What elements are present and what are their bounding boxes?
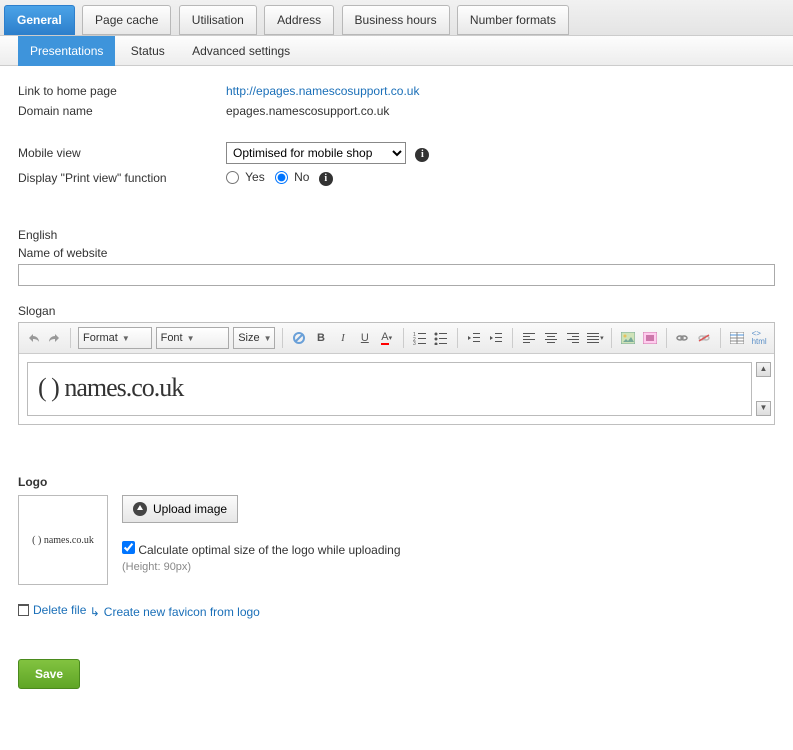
editor-toolbar: Format▼ Font▼ Size▼ B I U A▾ 123 ▾ [19,323,774,354]
ordered-list-icon[interactable]: 123 [411,329,429,347]
indent-icon[interactable] [487,329,505,347]
name-of-website-label: Name of website [18,246,775,260]
print-view-yes[interactable]: Yes [226,170,265,184]
remove-link-icon[interactable] [695,329,713,347]
italic-icon[interactable]: I [334,329,352,347]
print-view-label: Display "Print view" function [18,171,226,185]
insert-link-icon[interactable] [674,329,692,347]
slogan-label: Slogan [18,304,775,318]
scroll-down-icon[interactable]: ▼ [756,401,771,416]
undo-icon[interactable] [25,329,43,347]
tab-page-cache[interactable]: Page cache [82,5,171,35]
rich-text-editor: Format▼ Font▼ Size▼ B I U A▾ 123 ▾ [18,322,775,425]
calc-size-checkbox[interactable] [122,541,135,554]
align-justify-icon[interactable]: ▾ [586,329,604,347]
reload-icon: ↳ [90,605,100,619]
tab-utilisation[interactable]: Utilisation [179,5,257,35]
svg-text:3: 3 [413,341,416,345]
tab-business-hours[interactable]: Business hours [342,5,450,35]
tab-address[interactable]: Address [264,5,334,35]
save-button[interactable]: Save [18,659,80,689]
align-center-icon[interactable] [542,329,560,347]
subtab-status[interactable]: Status [119,36,177,66]
editor-scrollbar[interactable]: ▲ ▼ [756,354,774,424]
secondary-tabbar: Presentations Status Advanced settings [0,36,793,66]
delete-file-link[interactable]: Delete file [18,603,86,617]
mobile-view-select[interactable]: Optimised for mobile shop [226,142,406,164]
mobile-view-label: Mobile view [18,146,226,160]
height-hint: (Height: 90px) [122,561,401,573]
domain-name-value: epages.namescosupport.co.uk [226,104,389,118]
info-icon[interactable]: i [415,148,429,162]
bold-icon[interactable]: B [312,329,330,347]
scroll-up-icon[interactable]: ▲ [756,362,771,377]
text-color-icon[interactable]: A▾ [378,329,396,347]
underline-icon[interactable]: U [356,329,374,347]
align-left-icon[interactable] [520,329,538,347]
calc-size-checkbox-label[interactable]: Calculate optimal size of the logo while… [122,543,401,557]
link-to-home-label: Link to home page [18,84,226,98]
subtab-advanced-settings[interactable]: Advanced settings [180,36,302,66]
upload-icon [133,502,147,516]
content-area: Link to home page http://epages.namescos… [0,66,793,719]
primary-tabbar: General Page cache Utilisation Address B… [0,0,793,36]
print-view-no[interactable]: No [275,170,310,184]
html-source-icon[interactable]: <>html [750,329,768,347]
unordered-list-icon[interactable] [433,329,451,347]
align-right-icon[interactable] [564,329,582,347]
info-icon[interactable]: i [319,172,333,186]
trash-icon [18,604,29,616]
language-label: English [18,228,775,242]
insert-image-icon[interactable] [619,329,637,347]
create-favicon-link[interactable]: ↳ Create new favicon from logo [90,605,260,619]
tab-number-formats[interactable]: Number formats [457,5,569,35]
insert-gadget-icon[interactable] [641,329,659,347]
redo-icon[interactable] [45,329,63,347]
subtab-presentations[interactable]: Presentations [18,36,115,66]
clear-formatting-icon[interactable] [290,329,308,347]
name-of-website-input[interactable] [18,264,775,286]
font-select[interactable]: Font▼ [156,327,230,349]
logo-preview: ( ) names.co.uk [18,495,108,585]
domain-name-label: Domain name [18,104,226,118]
format-select[interactable]: Format▼ [78,327,152,349]
tab-general[interactable]: General [4,5,75,35]
editor-content[interactable]: ( ) names.co.uk [27,362,752,416]
insert-table-icon[interactable] [728,329,746,347]
logo-heading: Logo [18,475,775,489]
upload-image-button[interactable]: Upload image [122,495,238,523]
outdent-icon[interactable] [465,329,483,347]
size-select[interactable]: Size▼ [233,327,275,349]
home-page-link[interactable]: http://epages.namescosupport.co.uk [226,84,419,98]
